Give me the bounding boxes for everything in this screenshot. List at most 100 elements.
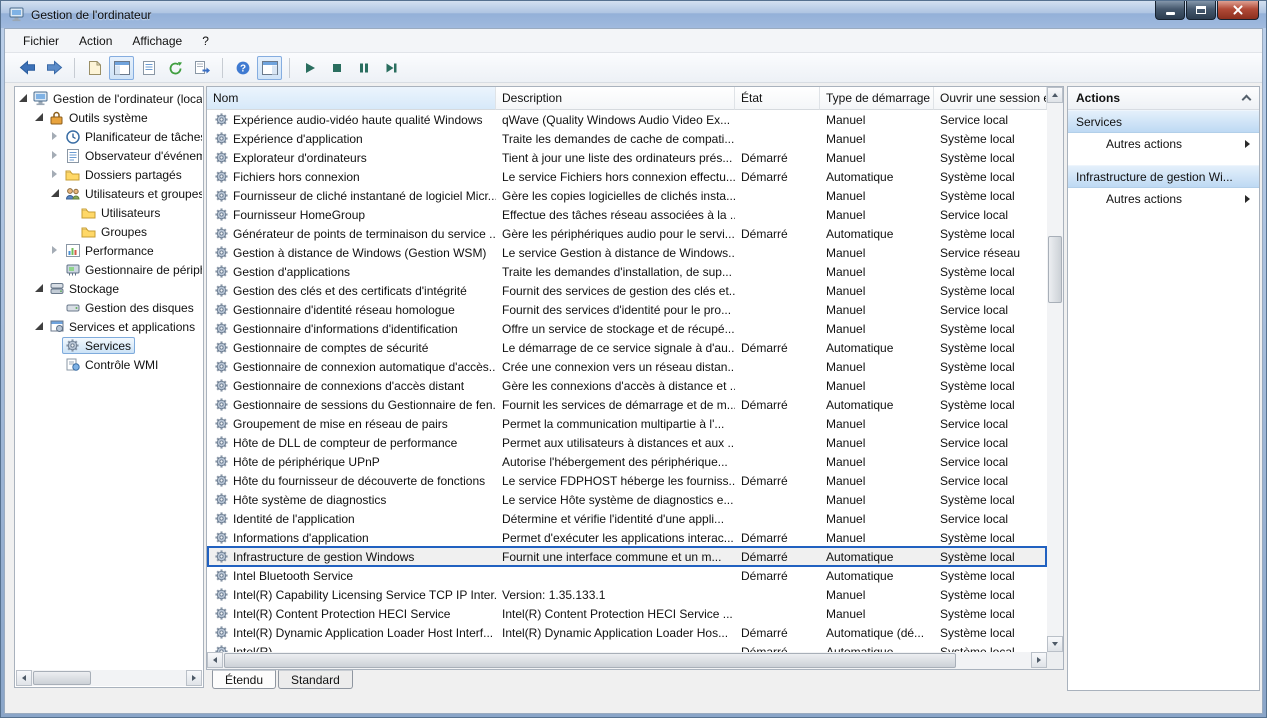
tree-item[interactable]: Gestionnaire de périphé: [16, 260, 202, 279]
scroll-up-button[interactable]: [1047, 87, 1063, 103]
list-vscroll-track[interactable]: [1047, 103, 1063, 636]
service-row[interactable]: Hôte système de diagnosticsLe service Hô…: [207, 490, 1047, 509]
service-row[interactable]: Informations d'applicationPermet d'exécu…: [207, 528, 1047, 547]
service-row[interactable]: Intel(R) Dynamic Application Loader Host…: [207, 623, 1047, 642]
tree-node[interactable]: Groupes: [78, 223, 151, 240]
tree-node[interactable]: Stockage: [46, 280, 123, 297]
column-header-ouvrir-une-session-e[interactable]: Ouvrir une session e: [934, 87, 1047, 110]
tree-node[interactable]: Planificateur de tâches: [62, 128, 202, 145]
list-hscroll-track[interactable]: [223, 652, 1031, 669]
tree-node[interactable]: Dossiers partagés: [62, 166, 186, 183]
menu-item[interactable]: Affichage: [122, 31, 192, 51]
restart-service-button[interactable]: [378, 56, 403, 80]
menu-item[interactable]: Fichier: [13, 31, 69, 51]
menu-item[interactable]: ?: [192, 31, 219, 51]
service-row[interactable]: Gestionnaire d'identité réseau homologue…: [207, 300, 1047, 319]
service-row[interactable]: Gestion d'applicationsTraite les demande…: [207, 262, 1047, 281]
column-header--tat[interactable]: État: [735, 87, 820, 110]
tree-item[interactable]: Services: [16, 336, 202, 355]
scroll-right-button[interactable]: [186, 670, 202, 686]
tree-node[interactable]: Gestion des disques: [62, 299, 198, 316]
tree-node[interactable]: Gestionnaire de périphé: [62, 261, 202, 278]
expanded-expander-icon[interactable]: [50, 188, 61, 199]
tree-item[interactable]: Performance: [16, 241, 202, 260]
tree-item[interactable]: Gestion des disques: [16, 298, 202, 317]
start-service-button[interactable]: [297, 56, 322, 80]
minimize-button[interactable]: [1155, 1, 1185, 20]
help-button[interactable]: ?: [230, 56, 255, 80]
service-row[interactable]: Expérience audio-vidéo haute qualité Win…: [207, 110, 1047, 129]
service-row[interactable]: Intel(R) Capability Licensing Service TC…: [207, 585, 1047, 604]
tree-node[interactable]: Services et applications: [46, 318, 199, 335]
tree-item[interactable]: Stockage: [16, 279, 202, 298]
action-section-header[interactable]: Services: [1068, 110, 1259, 133]
tree-node[interactable]: Services: [62, 337, 135, 354]
menu-item[interactable]: Action: [69, 31, 122, 51]
service-row[interactable]: Intel Bluetooth ServiceDémarréAutomatiqu…: [207, 566, 1047, 585]
document-button[interactable]: [82, 56, 107, 80]
tree-item[interactable]: Dossiers partagés: [16, 165, 202, 184]
tree-item[interactable]: Contrôle WMI: [16, 355, 202, 374]
service-row[interactable]: Gestionnaire d'informations d'identifica…: [207, 319, 1047, 338]
action-item[interactable]: Autres actions: [1068, 188, 1259, 211]
collapsed-expander-icon[interactable]: [50, 245, 61, 256]
scroll-right-button[interactable]: [1031, 652, 1047, 668]
service-row[interactable]: Infrastructure de gestion WindowsFournit…: [207, 547, 1047, 566]
list-vscroll-thumb[interactable]: [1048, 236, 1062, 303]
action-section-header[interactable]: Infrastructure de gestion Wi...: [1068, 165, 1259, 188]
service-row[interactable]: Gestionnaire de connexion automatique d'…: [207, 357, 1047, 376]
tree-item[interactable]: Services et applications: [16, 317, 202, 336]
tab-standard[interactable]: Standard: [278, 670, 353, 689]
show-hide-action-pane-button[interactable]: [257, 56, 282, 80]
pause-service-button[interactable]: [351, 56, 376, 80]
service-row[interactable]: Gestionnaire de connexions d'accès dista…: [207, 376, 1047, 395]
expanded-expander-icon[interactable]: [34, 321, 45, 332]
collapsed-expander-icon[interactable]: [50, 131, 61, 142]
tree-node[interactable]: Utilisateurs et groupes l: [62, 185, 202, 202]
tree-node[interactable]: Performance: [62, 242, 158, 259]
tree-hscroll-track[interactable]: [32, 670, 186, 686]
refresh-button[interactable]: [163, 56, 188, 80]
tree-node[interactable]: Utilisateurs: [78, 204, 164, 221]
action-item[interactable]: Autres actions: [1068, 133, 1259, 156]
tree-item[interactable]: Groupes: [16, 222, 202, 241]
export-list-button[interactable]: [190, 56, 215, 80]
back-button[interactable]: [15, 56, 40, 80]
tree-item[interactable]: Outils système: [16, 108, 202, 127]
column-header-nom[interactable]: Nom: [207, 87, 496, 110]
stop-service-button[interactable]: [324, 56, 349, 80]
collapsed-expander-icon[interactable]: [50, 150, 61, 161]
forward-button[interactable]: [42, 56, 67, 80]
expanded-expander-icon[interactable]: [34, 283, 45, 294]
service-row[interactable]: Fournisseur de cliché instantané de logi…: [207, 186, 1047, 205]
column-header-type-de-d-marrage[interactable]: Type de démarrage: [820, 87, 934, 110]
tree-horizontal-scrollbar[interactable]: [16, 670, 202, 686]
show-hide-console-tree-button[interactable]: [109, 56, 134, 80]
tree-item[interactable]: Observateur d'événeme: [16, 146, 202, 165]
tree-item[interactable]: Gestion de l'ordinateur (local): [16, 89, 202, 108]
service-row[interactable]: Gestion des clés et des certificats d'in…: [207, 281, 1047, 300]
service-row[interactable]: Groupement de mise en réseau de pairsPer…: [207, 414, 1047, 433]
maximize-button[interactable]: [1186, 1, 1216, 20]
list-horizontal-scrollbar[interactable]: [207, 652, 1047, 669]
service-row[interactable]: Gestionnaire de comptes de sécuritéLe dé…: [207, 338, 1047, 357]
list-hscroll-thumb[interactable]: [224, 653, 956, 668]
expanded-expander-icon[interactable]: [34, 112, 45, 123]
service-row[interactable]: Générateur de points de terminaison du s…: [207, 224, 1047, 243]
collapse-actions-pane-icon[interactable]: [1242, 95, 1252, 105]
service-row[interactable]: Fournisseur HomeGroupEffectue des tâches…: [207, 205, 1047, 224]
tree-node[interactable]: Contrôle WMI: [62, 356, 162, 373]
service-row[interactable]: Hôte de périphérique UPnPAutorise l'hébe…: [207, 452, 1047, 471]
tree-item[interactable]: Utilisateurs et groupes l: [16, 184, 202, 203]
service-row[interactable]: Gestion à distance de Windows (Gestion W…: [207, 243, 1047, 262]
service-row[interactable]: Hôte du fournisseur de découverte de fon…: [207, 471, 1047, 490]
titlebar[interactable]: Gestion de l'ordinateur: [1, 1, 1266, 28]
tree-hscroll-thumb[interactable]: [33, 671, 91, 685]
scroll-left-button[interactable]: [207, 652, 223, 668]
column-header-description[interactable]: Description: [496, 87, 735, 110]
expanded-expander-icon[interactable]: [18, 93, 29, 104]
tree-node[interactable]: Gestion de l'ordinateur (local): [30, 90, 202, 107]
service-row[interactable]: Expérience d'applicationTraite les deman…: [207, 129, 1047, 148]
tree-node[interactable]: Outils système: [46, 109, 152, 126]
tab-étendu[interactable]: Étendu: [212, 670, 276, 689]
